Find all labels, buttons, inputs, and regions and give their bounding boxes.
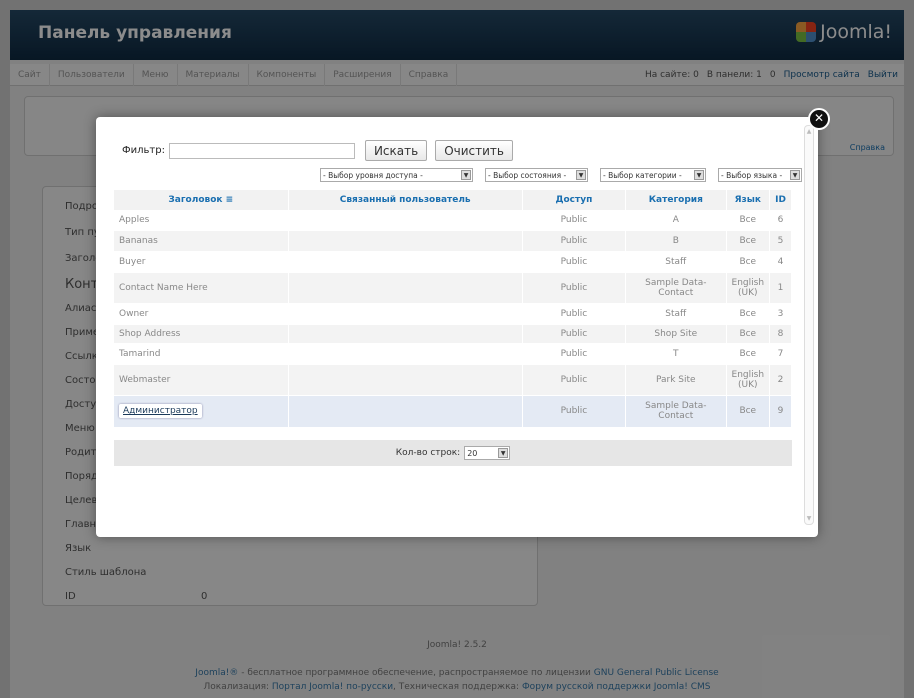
column-access[interactable]: Доступ — [522, 190, 627, 210]
linked-user-cell — [288, 303, 523, 325]
modal-scrollbar[interactable]: ▲ ▼ — [804, 125, 814, 525]
column-id[interactable]: ID — [769, 190, 792, 210]
dropdown-arrow-icon: ▼ — [576, 170, 586, 180]
access-cell: Public — [522, 230, 627, 252]
language-cell: Все — [726, 324, 771, 344]
pagination-bar: Кол-во строк: 20 ▼ — [114, 440, 792, 466]
id-cell: 8 — [769, 324, 792, 344]
column-title[interactable]: Заголовок ≡ — [114, 190, 289, 210]
linked-user-cell — [288, 210, 523, 231]
contact-title-link[interactable]: Bananas — [114, 230, 289, 252]
linked-user-cell — [288, 395, 523, 428]
search-button[interactable]: Искать — [364, 140, 428, 161]
dropdown-arrow-icon: ▼ — [461, 170, 471, 180]
language-select[interactable]: - Выбор языка - ▼ — [718, 168, 802, 182]
filter-selects: - Выбор уровня доступа - ▼ - Выбор состоя… — [320, 168, 802, 182]
linked-user-cell — [288, 343, 523, 365]
dropdown-arrow-icon: ▼ — [694, 170, 704, 180]
dropdown-arrow-icon: ▼ — [498, 448, 509, 458]
table-row: Apples Public A Все 6 — [114, 210, 792, 231]
language-cell: English (UK) — [726, 272, 771, 304]
linked-user-cell — [288, 251, 523, 273]
linked-user-cell — [288, 272, 523, 304]
category-cell: Staff — [625, 251, 727, 273]
column-language[interactable]: Язык — [726, 190, 771, 210]
id-cell: 7 — [769, 343, 792, 365]
access-cell: Public — [522, 251, 627, 273]
filter-search-input[interactable] — [168, 142, 355, 159]
language-cell: Все — [726, 210, 771, 231]
language-cell: Все — [726, 303, 771, 325]
category-cell: Sample Data-Contact — [625, 395, 727, 428]
table-row: Bananas Public B Все 5 — [114, 230, 792, 252]
access-cell: Public — [522, 364, 627, 396]
contacts-table: Заголовок ≡ Связанный пользователь Досту… — [114, 190, 792, 428]
language-cell: Все — [726, 251, 771, 273]
language-cell: Все — [726, 395, 771, 428]
category-cell: T — [625, 343, 727, 365]
table-row: Tamarind Public T Все 7 — [114, 343, 792, 365]
clear-button[interactable]: Очистить — [435, 140, 513, 161]
rows-per-page-select[interactable]: 20 ▼ — [464, 446, 511, 460]
linked-user-cell — [288, 324, 523, 344]
language-cell: Все — [726, 230, 771, 252]
table-row: Owner Public Staff Все 3 — [114, 303, 792, 325]
id-cell: 9 — [769, 395, 792, 428]
table-row: Shop Address Public Shop Site Все 8 — [114, 324, 792, 344]
rows-per-page-label: Кол-во строк: — [395, 448, 461, 458]
id-cell: 4 — [769, 251, 792, 273]
table-row: Buyer Public Staff Все 4 — [114, 251, 792, 273]
access-cell: Public — [522, 272, 627, 304]
category-cell: B — [625, 230, 727, 252]
table-row: Contact Name Here Public Sample Data-Con… — [114, 272, 792, 304]
access-cell: Public — [522, 343, 627, 365]
contact-title-link[interactable]: Webmaster — [114, 364, 289, 396]
category-cell: Park Site — [625, 364, 727, 396]
column-linked-user[interactable]: Связанный пользователь — [288, 190, 523, 210]
table-header-row: Заголовок ≡ Связанный пользователь Досту… — [114, 190, 792, 210]
contact-title-link[interactable]: Contact Name Here — [114, 272, 289, 304]
contact-select-modal: ▲ ▼ Фильтр: Искать Очистить - Выбор уровн… — [96, 117, 818, 537]
filter-label: Фильтр: — [122, 145, 165, 156]
contact-title-link[interactable]: Администратор — [119, 404, 202, 418]
contact-title-link[interactable]: Owner — [114, 303, 289, 325]
id-cell: 5 — [769, 230, 792, 252]
id-cell: 3 — [769, 303, 792, 325]
scroll-up-icon[interactable]: ▲ — [806, 128, 812, 135]
linked-user-cell — [288, 230, 523, 252]
id-cell: 1 — [769, 272, 792, 304]
contact-title-link[interactable]: Tamarind — [114, 343, 289, 365]
category-cell: Sample Data-Contact — [625, 272, 727, 304]
access-cell: Public — [522, 324, 627, 344]
contact-title-link[interactable]: Shop Address — [114, 324, 289, 344]
id-cell: 6 — [769, 210, 792, 231]
scroll-down-icon[interactable]: ▼ — [806, 515, 812, 522]
contact-title-link[interactable]: Apples — [114, 210, 289, 231]
close-icon[interactable]: ✕ — [808, 108, 830, 130]
language-cell: English (UK) — [726, 364, 771, 396]
table-row-selected: Администратор Public Sample Data-Contact… — [114, 395, 792, 428]
linked-user-cell — [288, 364, 523, 396]
access-cell: Public — [522, 395, 627, 428]
dropdown-arrow-icon: ▼ — [790, 170, 800, 180]
filter-bar: Фильтр: Искать Очистить — [122, 140, 513, 161]
access-cell: Public — [522, 303, 627, 325]
language-cell: Все — [726, 343, 771, 365]
category-cell: Staff — [625, 303, 727, 325]
access-level-select[interactable]: - Выбор уровня доступа - ▼ — [320, 168, 473, 182]
table-row: Webmaster Public Park Site English (UK) … — [114, 364, 792, 396]
contact-title-link[interactable]: Buyer — [114, 251, 289, 273]
category-select[interactable]: - Выбор категории - ▼ — [600, 168, 706, 182]
state-select[interactable]: - Выбор состояния - ▼ — [485, 168, 588, 182]
sort-icon: ≡ — [225, 195, 234, 205]
category-cell: Shop Site — [625, 324, 727, 344]
column-category[interactable]: Категория — [625, 190, 727, 210]
id-cell: 2 — [769, 364, 792, 396]
category-cell: A — [625, 210, 727, 231]
access-cell: Public — [522, 210, 627, 231]
